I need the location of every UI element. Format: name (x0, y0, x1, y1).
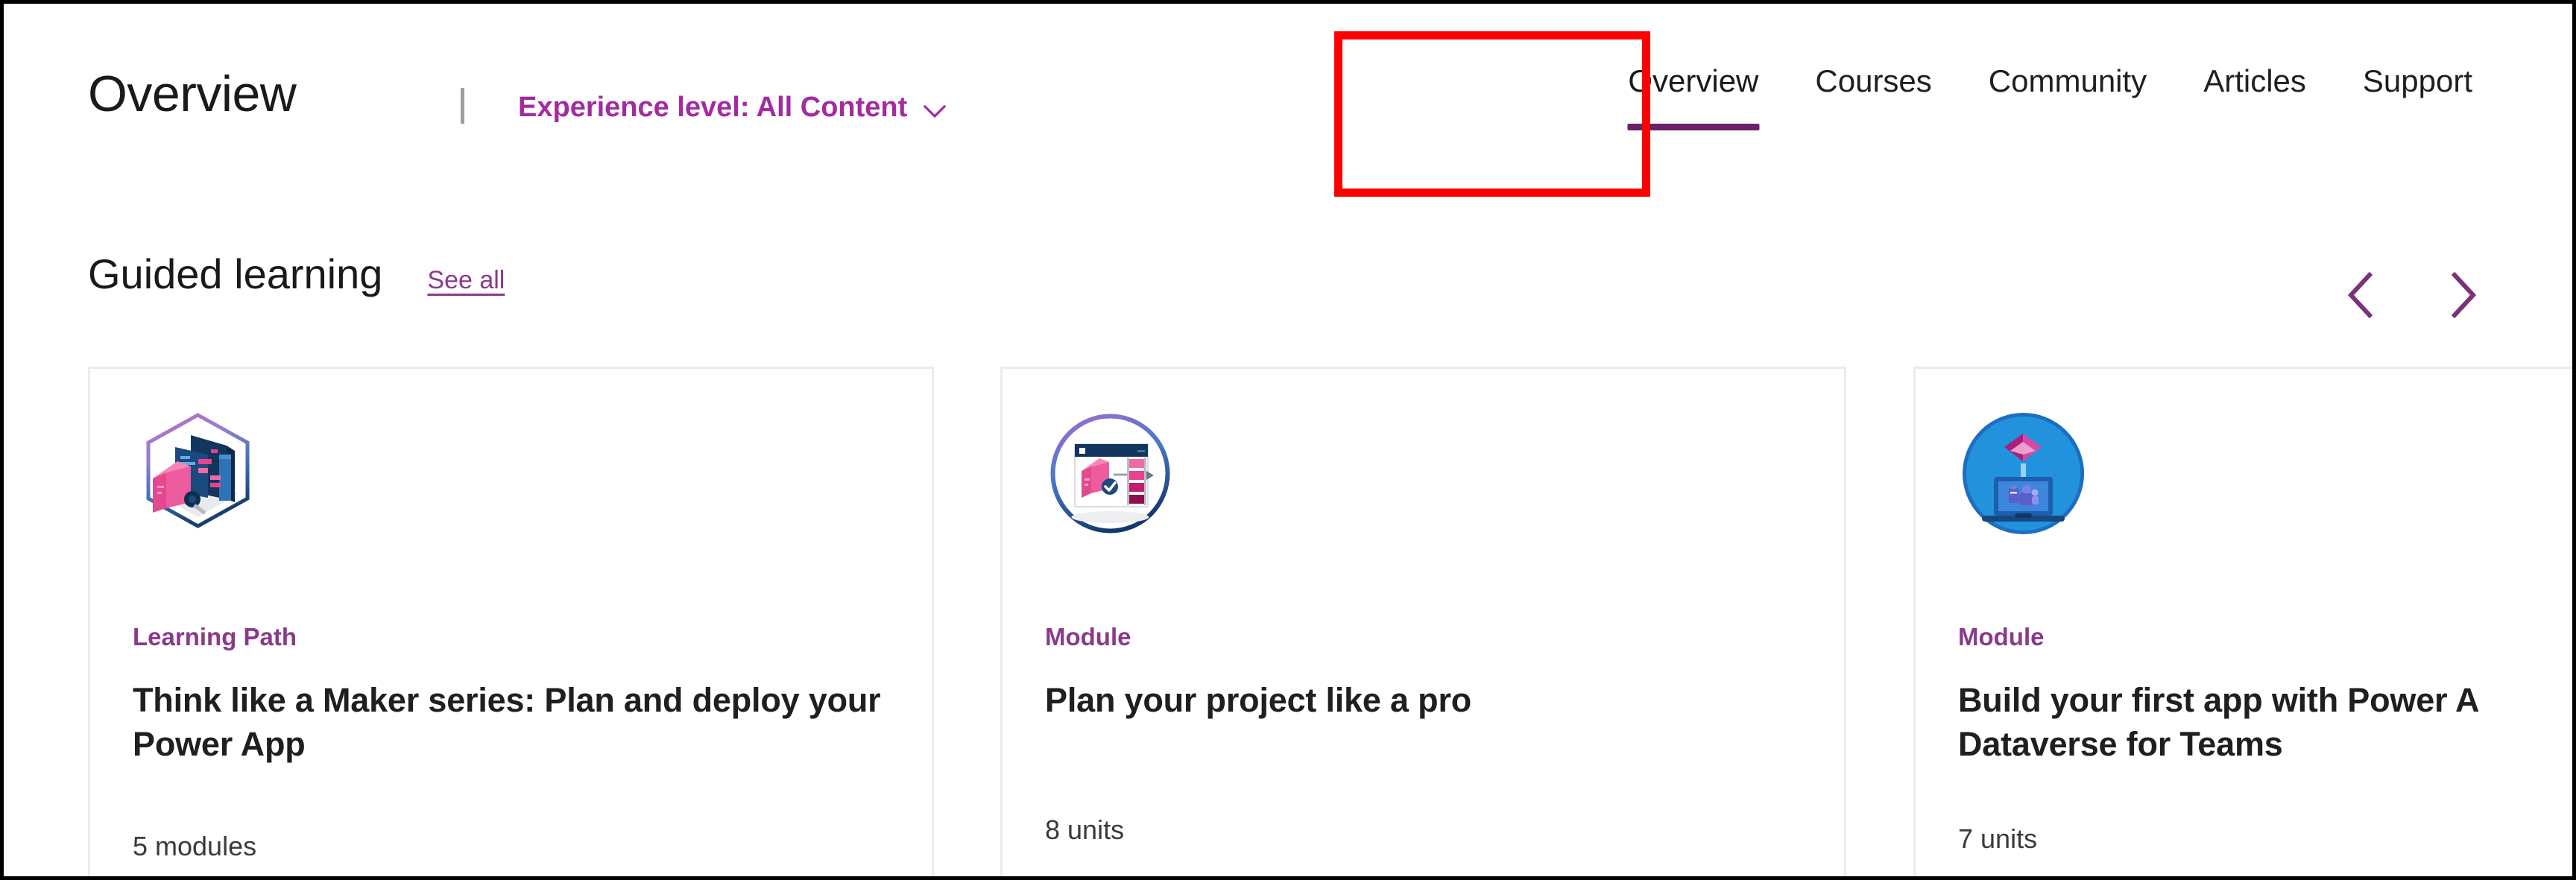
learning-card[interactable]: Learning Path Think like a Maker series:… (88, 367, 934, 876)
card-title: Build your first app with Power A Datave… (1958, 678, 2572, 767)
tab-community-label: Community (1988, 63, 2147, 98)
guided-learning-card-strip: Learning Path Think like a Maker series:… (88, 367, 2572, 876)
card-meta: 7 units (1958, 823, 2038, 854)
tab-articles-label: Articles (2203, 63, 2306, 98)
tab-courses[interactable]: Courses (1787, 60, 1960, 142)
card-title-line-1: Build your first app with Power A (1958, 681, 2480, 719)
tab-active-underline (1627, 124, 1760, 130)
chevron-left-icon (2347, 271, 2373, 319)
circle-powerapps-laptop-teams-icon (1958, 408, 2089, 539)
tab-support-label: Support (2362, 63, 2472, 98)
page-header: Overview Experience level: All Content O… (4, 4, 2572, 203)
main-nav-tabs: Overview Courses Community Articles Supp… (1600, 60, 2501, 142)
carousel-next-button[interactable] (2441, 268, 2484, 323)
card-title: Plan your project like a pro (1045, 681, 1472, 719)
chevron-right-icon (2451, 271, 2477, 319)
section-header: Guided learning See all (88, 250, 505, 298)
carousel-navigation (2340, 268, 2484, 323)
experience-level-label: Experience level: All Content (518, 92, 908, 123)
card-kicker: Learning Path (133, 623, 297, 650)
section-title: Guided learning (88, 250, 383, 297)
card-meta: 5 modules (133, 831, 257, 861)
learning-card[interactable]: Module Build your first app with Power A… (1913, 367, 2572, 876)
learning-card[interactable]: Module Plan your project like a pro 8 un… (1000, 367, 1846, 876)
see-all-link[interactable]: See all (427, 266, 505, 295)
chevron-down-icon (922, 98, 947, 124)
tab-support[interactable]: Support (2334, 60, 2501, 142)
carousel-prev-button[interactable] (2340, 268, 2383, 323)
hexagon-cube-screens-icon (133, 408, 263, 539)
card-meta: 8 units (1045, 814, 1125, 845)
header-divider (461, 88, 464, 124)
tab-courses-label: Courses (1815, 63, 1932, 98)
card-title: Think like a Maker series: Plan and depl… (133, 681, 881, 764)
card-title-line-2: Dataverse for Teams (1958, 725, 2283, 764)
learning-overview-page: Overview Experience level: All Content O… (4, 4, 2572, 876)
card-kicker: Module (1045, 623, 1131, 650)
card-kicker: Module (1958, 623, 2045, 650)
tab-community[interactable]: Community (1960, 60, 2175, 142)
page-title: Overview (88, 66, 297, 122)
circle-browser-cube-bars-icon (1045, 408, 1175, 539)
experience-level-dropdown[interactable]: Experience level: All Content (518, 92, 947, 124)
tab-articles[interactable]: Articles (2175, 60, 2334, 142)
tab-overview-label: Overview (1628, 63, 1759, 98)
tab-overview[interactable]: Overview (1600, 60, 1787, 142)
